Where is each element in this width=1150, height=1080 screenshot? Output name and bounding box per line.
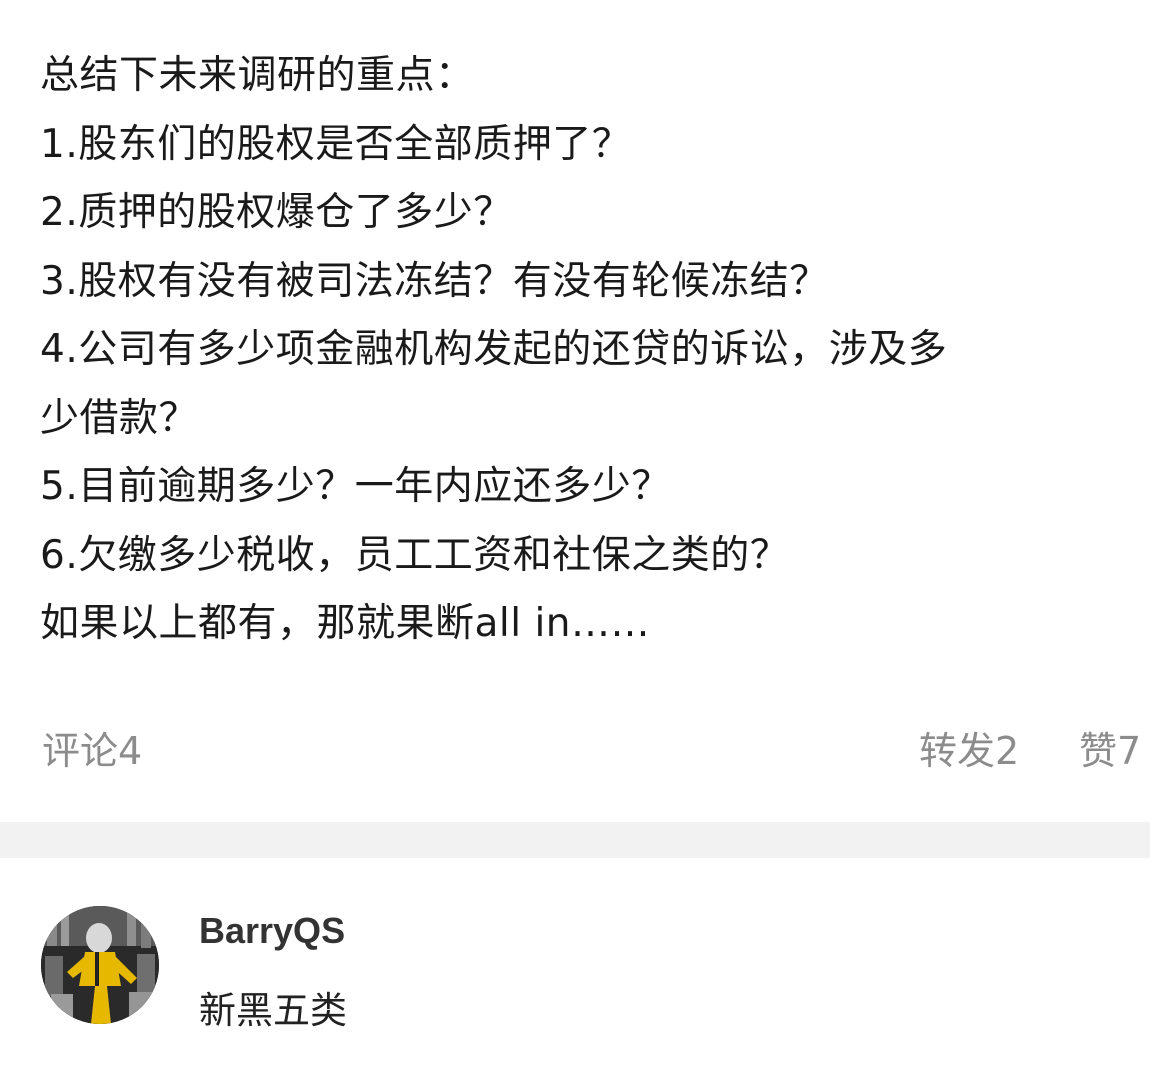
- post-actions-bar: 评论4 转发2 赞7: [0, 712, 1150, 782]
- user-tag: 新黑五类: [199, 989, 347, 1032]
- post-line: 少借款？: [40, 395, 199, 441]
- comment-button[interactable]: 评论4: [42, 720, 142, 775]
- post-line: 3.股权有没有被司法冻结？有没有轮候冻结？: [40, 258, 829, 304]
- page: 总结下未来调研的重点： 1.股东们的股权是否全部质押了？ 2.质押的股权爆仓了多…: [0, 0, 1150, 1080]
- post-card: 总结下未来调研的重点： 1.股东们的股权是否全部质押了？ 2.质押的股权爆仓了多…: [0, 0, 1150, 820]
- section-divider: [0, 822, 1150, 858]
- post-line: 4.公司有多少项金融机构发起的还贷的诉讼，涉及多: [40, 327, 948, 372]
- avatar[interactable]: [41, 906, 159, 1024]
- post-line: 总结下未来调研的重点：: [40, 53, 475, 98]
- post-line: 2.质押的股权爆仓了多少？: [40, 190, 513, 235]
- post-body: 总结下未来调研的重点： 1.股东们的股权是否全部质押了？ 2.质押的股权爆仓了多…: [40, 42, 1130, 659]
- avatar-image-icon: [41, 906, 159, 1024]
- repost-button[interactable]: 转发2: [919, 720, 1019, 775]
- like-button[interactable]: 赞7: [1079, 720, 1141, 775]
- user-row[interactable]: BarryQS 新黑五类: [0, 858, 1150, 1080]
- post-line: 5.目前逾期多少？一年内应还多少？: [40, 464, 671, 509]
- post-line: 如果以上都有，那就果断all in……: [40, 601, 651, 646]
- username[interactable]: BarryQS: [199, 910, 345, 952]
- post-line: 1.股东们的股权是否全部质押了？: [40, 121, 632, 167]
- post-line: 6.欠缴多少税收，员工工资和社保之类的？: [40, 532, 790, 578]
